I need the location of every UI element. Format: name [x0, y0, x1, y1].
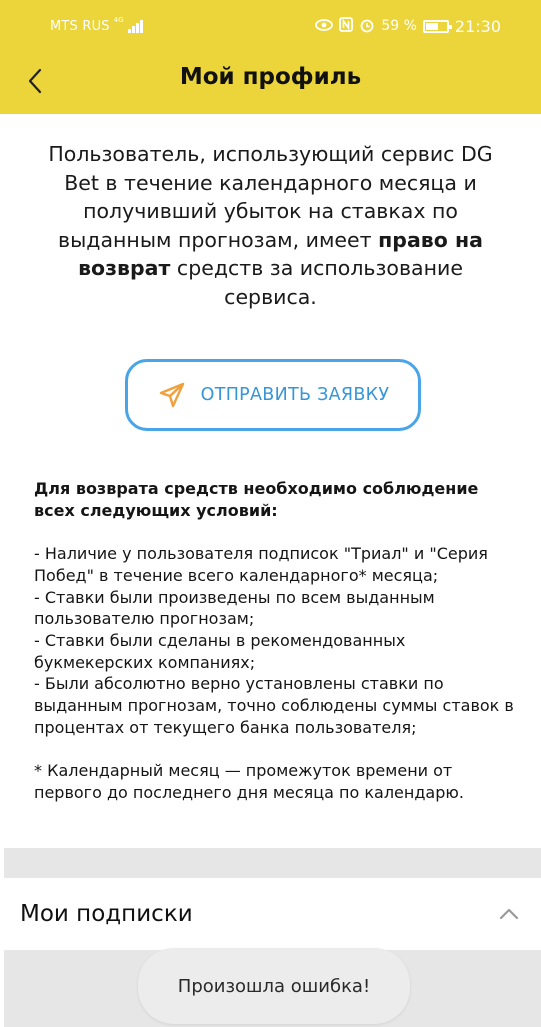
- signal-icon: [127, 19, 143, 33]
- nfc-icon: [339, 17, 354, 35]
- status-right: 59 % 21:30: [315, 17, 501, 36]
- alarm-icon: [359, 17, 375, 36]
- submit-request-button[interactable]: ОТПРАВИТЬ ЗАЯВКУ: [125, 359, 421, 431]
- network-type: 4G: [113, 16, 124, 24]
- toast-message: Произошла ошибка!: [177, 975, 371, 997]
- refund-intro-text: Пользователь, использующий сервис DG Bet…: [40, 140, 501, 311]
- refund-conditions: Для возврата средств необходимо соблюден…: [34, 478, 514, 804]
- subscriptions-header[interactable]: Мои подписки: [0, 878, 541, 950]
- submit-request-label: ОТПРАВИТЬ ЗАЯВКУ: [200, 385, 390, 405]
- condition-item: - Ставки были произведены по всем выданн…: [34, 587, 435, 629]
- intro-text-end: средств за использование сервиса.: [170, 256, 463, 309]
- battery-icon: [422, 19, 452, 33]
- error-toast: Произошла ошибка!: [138, 948, 410, 1024]
- clock: 21:30: [454, 16, 501, 36]
- battery-percent: 59 %: [381, 18, 417, 34]
- carrier-name: MTS RUS: [50, 18, 110, 34]
- conditions-footnote: * Календарный месяц — промежуток времени…: [34, 761, 464, 802]
- section-divider: [4, 848, 541, 878]
- subscriptions-title: Мои подписки: [20, 901, 193, 927]
- condition-item: - Наличие у пользователя подписок "Триал…: [34, 544, 488, 585]
- status-bar: MTS RUS 4G 59 % 21:30: [0, 0, 541, 52]
- send-icon: [159, 382, 184, 408]
- eye-icon: [315, 18, 334, 34]
- chevron-up-icon: [499, 908, 519, 920]
- page-title: Мой профиль: [179, 64, 362, 90]
- app-header: MTS RUS 4G 59 % 21:30 Мой профиль: [0, 0, 541, 114]
- status-left: MTS RUS 4G: [50, 16, 143, 34]
- condition-item: - Ставки были сделаны в рекомендованных …: [34, 630, 406, 672]
- conditions-title: Для возврата средств необходимо соблюден…: [34, 479, 479, 520]
- condition-item: - Были абсолютно верно установлены ставк…: [34, 674, 514, 737]
